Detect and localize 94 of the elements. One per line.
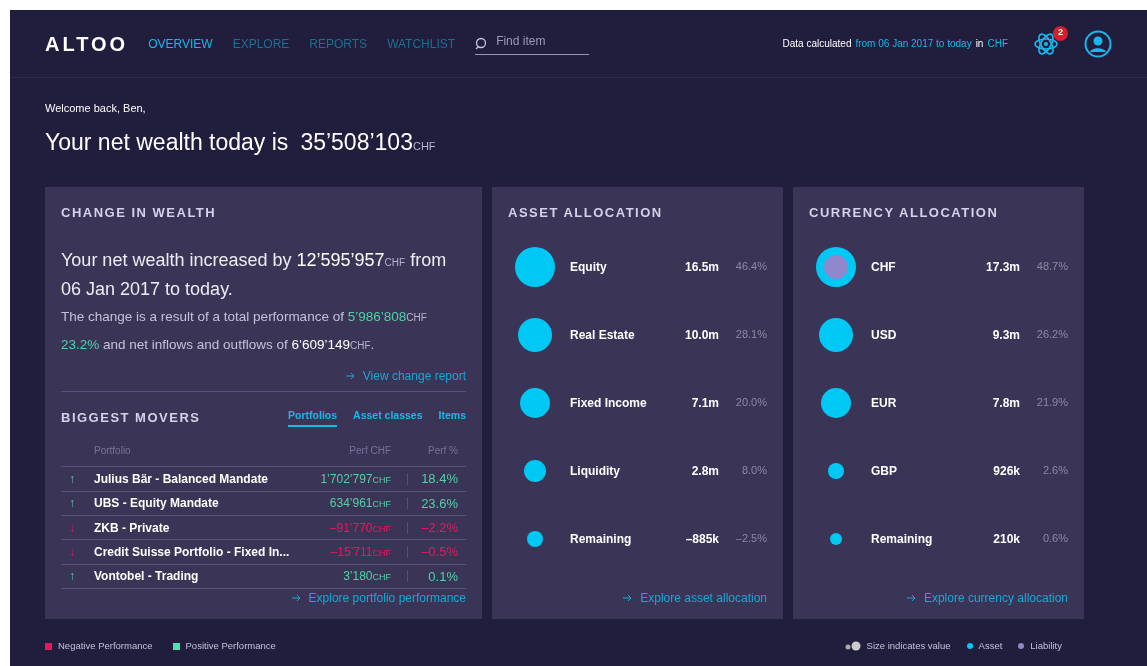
movers-tab[interactable]: Asset classes xyxy=(353,407,423,428)
allocation-value: 210k xyxy=(992,530,1020,548)
nav-tab[interactable]: OVERVIEW xyxy=(148,34,213,53)
nav-tab[interactable]: REPORTS xyxy=(309,34,368,53)
net-wealth-label: Your net wealth today is xyxy=(45,127,289,157)
allocation-label: USD xyxy=(871,326,898,344)
explore-link[interactable]: Explore portfolio performance xyxy=(308,589,466,607)
allocation-percent: 46.4% xyxy=(734,259,767,275)
allocation-label: EUR xyxy=(871,394,898,412)
performance-sentence: The change is a result of a total performance of 5’986’808CHF 23.2% and net inflows and outflows of 6’609’149CHF. xyxy=(61,307,428,354)
portfolio-name: Julius Bär - Balanced Mandate xyxy=(94,470,270,488)
allocation-value: –885k xyxy=(684,530,719,548)
perf-amount: 1’702’797CHF xyxy=(319,470,391,488)
arrow-down-icon: ↓ xyxy=(61,518,94,537)
allocation-value: 16.5m xyxy=(683,258,719,276)
allocation-label: Remaining xyxy=(570,530,633,548)
allocation-value: 926k xyxy=(992,462,1020,480)
currency-unit: CHF xyxy=(412,139,436,154)
perf-amount: 634’961CHF xyxy=(328,495,391,513)
card-title: CURRENCY ALLOCATION xyxy=(809,204,1000,222)
allocation-percent: 2.6% xyxy=(1041,463,1068,479)
legend-label: Asset xyxy=(978,639,1003,653)
card-title: CHANGE IN WEALTH xyxy=(61,204,218,222)
movers-tab[interactable]: Portfolios xyxy=(288,407,338,428)
calc-text: Data calculated xyxy=(782,37,852,51)
allocation-percent: –2.5% xyxy=(734,531,767,547)
net-wealth-amount: 35’508’103 xyxy=(300,127,413,157)
perf-percent: –2.2% xyxy=(420,518,459,537)
wealth-change-sentence: Your net wealth increased by 12’595’957CHF from 06 Jan 2017 to today. xyxy=(61,248,448,301)
allocation-value: 10.0m xyxy=(683,326,719,344)
arrow-up-icon: ↑ xyxy=(61,469,94,488)
search-icon xyxy=(475,37,489,50)
column-header: Perf CHF xyxy=(348,444,391,459)
legend-label: Size indicates value xyxy=(866,639,951,653)
portfolio-name: Credit Suisse Portfolio - Fixed In... xyxy=(94,543,291,561)
explore-link[interactable]: View change report xyxy=(362,366,466,385)
legend-label: Liability xyxy=(1030,639,1062,653)
allocation-percent: 26.2% xyxy=(1035,327,1068,343)
allocation-percent: 48.7% xyxy=(1035,259,1068,275)
allocation-label: Real Estate xyxy=(570,326,636,344)
perf-percent: –0.5% xyxy=(420,543,459,562)
arrow-up-icon: ↑ xyxy=(61,494,94,513)
allocation-percent: 8.0% xyxy=(740,463,767,479)
nav-tab[interactable]: WATCHLIST xyxy=(387,34,456,53)
perf-amount: –15’711CHF xyxy=(329,543,391,561)
perf-amount: –91’770CHF xyxy=(328,519,391,537)
legend-label: Positive Performance xyxy=(185,639,276,653)
allocation-label: Liquidity xyxy=(570,462,621,480)
perf-percent: 18.4% xyxy=(420,470,459,489)
calc-text: in xyxy=(975,37,984,51)
allocation-label: Remaining xyxy=(871,530,934,548)
calc-link[interactable]: from 06 Jan 2017 to today xyxy=(855,36,972,51)
arrow-right-icon xyxy=(291,594,301,602)
portfolio-name: Vontobel - Trading xyxy=(94,568,200,586)
card-title: BIGGEST MOVERS xyxy=(61,408,201,427)
user-avatar-icon[interactable] xyxy=(1084,29,1112,58)
column-header: Portfolio xyxy=(94,444,132,459)
portfolio-name: ZKB - Private xyxy=(94,519,171,537)
portfolio-name: UBS - Equity Mandate xyxy=(94,495,220,513)
allocation-value: 17.3m xyxy=(984,258,1020,276)
allocation-value: 7.1m xyxy=(690,394,719,412)
allocation-label: Fixed Income xyxy=(570,394,648,412)
search-field[interactable]: Find item xyxy=(496,32,577,50)
allocation-percent: 21.9% xyxy=(1035,395,1068,411)
allocation-value: 2.8m xyxy=(690,462,719,480)
explore-link[interactable]: Explore currency allocation xyxy=(923,589,1068,607)
perf-amount: 3’180CHF xyxy=(342,568,391,586)
legend-label: Negative Performance xyxy=(58,639,153,653)
allocation-value: 7.8m xyxy=(991,394,1020,412)
card-title: ASSET ALLOCATION xyxy=(508,204,664,222)
allocation-label: Equity xyxy=(570,258,608,276)
allocation-percent: 0.6% xyxy=(1041,531,1068,547)
arrow-up-icon: ↑ xyxy=(61,567,94,586)
perf-percent: 23.6% xyxy=(420,494,459,513)
calc-link[interactable]: CHF xyxy=(987,36,1008,51)
allocation-label: GBP xyxy=(871,462,898,480)
welcome-text: Welcome back, Ben, xyxy=(45,101,147,116)
allocation-label: CHF xyxy=(871,258,897,276)
arrow-right-icon xyxy=(623,594,633,602)
arrow-down-icon: ↓ xyxy=(61,542,94,561)
explore-link[interactable]: Explore asset allocation xyxy=(640,589,767,607)
column-header: Perf % xyxy=(427,444,459,459)
size-dots-icon xyxy=(844,641,861,652)
arrow-right-icon xyxy=(906,594,916,602)
allocation-percent: 28.1% xyxy=(734,327,767,343)
nav-tab[interactable]: EXPLORE xyxy=(232,34,290,53)
notification-badge: 2 xyxy=(1053,25,1068,41)
logo[interactable]: ALTOO xyxy=(45,28,129,59)
arrow-right-icon xyxy=(345,371,355,380)
perf-percent: 0.1% xyxy=(427,567,459,586)
movers-tab[interactable]: Items xyxy=(438,407,466,428)
atom-icon[interactable] xyxy=(1033,30,1059,57)
allocation-percent: 20.0% xyxy=(734,395,767,411)
allocation-value: 9.3m xyxy=(991,326,1020,344)
